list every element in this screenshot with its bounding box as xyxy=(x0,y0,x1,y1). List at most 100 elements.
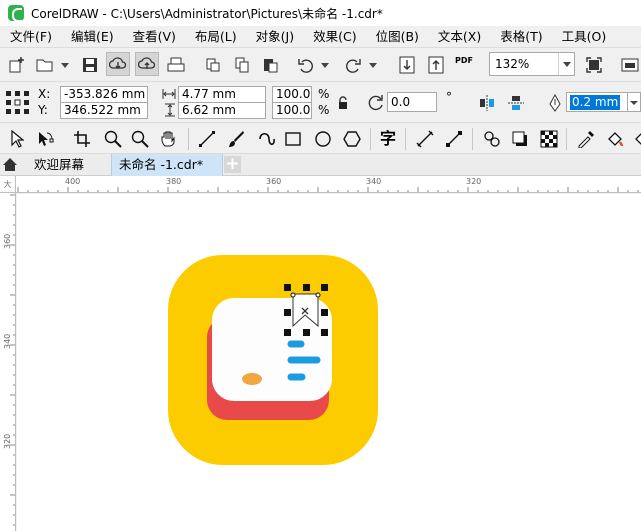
outline-width-field[interactable]: 0.2 mm xyxy=(566,92,628,112)
toolbox-separator xyxy=(566,128,567,150)
menu-file[interactable]: 文件(F) xyxy=(0,26,61,48)
v-ruler-tick: 320 xyxy=(3,433,12,449)
toolbox-separator xyxy=(370,128,371,150)
dot-shape[interactable] xyxy=(242,373,262,385)
y-position-field[interactable]: 346.522 mm xyxy=(60,102,148,119)
coreldraw-window: CorelDRAW - C:\Users\Administrator\Pictu… xyxy=(0,0,641,531)
drawing-canvas[interactable] xyxy=(17,194,641,531)
zoom-tool-icon[interactable] xyxy=(101,127,125,151)
v-ruler-tick: 340 xyxy=(3,333,12,349)
import-icon[interactable] xyxy=(395,53,419,77)
paste-icon[interactable] xyxy=(258,53,282,77)
mirror-vertical-icon[interactable] xyxy=(507,94,525,112)
h-ruler-tick: 380 xyxy=(166,177,182,186)
blend-tool-icon[interactable] xyxy=(480,127,504,151)
cloud-upload-icon[interactable] xyxy=(135,52,159,76)
print-icon[interactable] xyxy=(164,53,188,77)
undo-icon[interactable] xyxy=(294,53,318,77)
outline-width-dropdown[interactable] xyxy=(628,92,641,112)
publish-pdf-icon[interactable]: PDF xyxy=(452,53,476,77)
title-bar: CorelDRAW - C:\Users\Administrator\Pictu… xyxy=(0,0,641,26)
ruler-origin[interactable]: 大 xyxy=(0,176,16,193)
open-folder-icon[interactable] xyxy=(33,53,57,77)
cloud-download-icon[interactable] xyxy=(106,52,130,76)
ellipse-tool-icon[interactable] xyxy=(311,127,335,151)
reference-point-icon[interactable] xyxy=(6,89,30,117)
text-tool-icon[interactable]: 字 xyxy=(376,127,400,151)
tab-document[interactable]: 未命名 -1.cdr* xyxy=(111,154,223,176)
polygon-tool-icon[interactable] xyxy=(340,127,364,151)
h-ruler-tick: 340 xyxy=(366,177,382,186)
tab-welcome-screen[interactable]: 欢迎屏幕 xyxy=(34,154,84,176)
transparency-tool-icon[interactable] xyxy=(537,127,561,151)
rectangle-tool-icon[interactable] xyxy=(281,127,305,151)
percent-x-label: % xyxy=(318,87,330,101)
y-label: Y: xyxy=(38,103,48,117)
menu-edit[interactable]: 编辑(E) xyxy=(61,26,123,48)
v-ruler-tick: 360 xyxy=(3,233,12,249)
scale-x-field[interactable]: 100.0 xyxy=(272,86,312,103)
toolbox-separator xyxy=(188,128,189,150)
options-icon[interactable] xyxy=(618,53,641,77)
width-field[interactable]: 4.77 mm xyxy=(178,86,266,103)
outline-width-value: 0.2 mm xyxy=(570,95,621,110)
interactive-fill-tool-icon[interactable] xyxy=(603,127,627,151)
parallel-dimension-tool-icon[interactable] xyxy=(413,127,437,151)
crop-tool-icon[interactable] xyxy=(70,127,94,151)
undo-dropdown-icon[interactable] xyxy=(321,63,329,68)
zoom-out-tool-icon[interactable] xyxy=(128,127,152,151)
degree-label: ° xyxy=(446,90,452,104)
new-tab-button[interactable]: + xyxy=(224,156,241,173)
copy-icon[interactable] xyxy=(230,53,254,77)
menu-layout[interactable]: 布局(L) xyxy=(185,26,246,48)
connector-tool-icon[interactable] xyxy=(442,127,466,151)
horizontal-ruler[interactable]: 400 380 360 340 320 xyxy=(16,176,641,193)
menu-text[interactable]: 文本(X) xyxy=(428,26,490,48)
cut-icon[interactable] xyxy=(201,53,225,77)
menu-tools[interactable]: 工具(O) xyxy=(552,26,616,48)
scale-y-field[interactable]: 100.0 xyxy=(272,102,312,119)
menu-view[interactable]: 查看(V) xyxy=(123,26,185,48)
export-icon[interactable] xyxy=(424,53,448,77)
toolbox-separator xyxy=(472,128,473,150)
artistic-media-tool-icon[interactable] xyxy=(224,127,248,151)
drop-shadow-tool-icon[interactable] xyxy=(508,127,532,151)
height-field[interactable]: 6.62 mm xyxy=(178,102,266,119)
horizontal-ruler-ticks xyxy=(17,187,639,192)
h-ruler-tick: 320 xyxy=(466,177,482,186)
zoom-level-value: 132% xyxy=(495,57,530,71)
mirror-horizontal-icon[interactable] xyxy=(478,94,496,112)
open-dropdown-icon[interactable] xyxy=(61,63,69,68)
pdf-label: PDF xyxy=(455,56,473,65)
h-ruler-tick: 360 xyxy=(266,177,282,186)
lock-ratio-icon[interactable] xyxy=(337,96,349,110)
freehand-tool-icon[interactable] xyxy=(195,127,219,151)
window-title: CorelDRAW - C:\Users\Administrator\Pictu… xyxy=(31,6,383,21)
menu-table[interactable]: 表格(T) xyxy=(490,26,551,48)
smart-fill-tool-icon[interactable] xyxy=(630,127,641,151)
redo-dropdown-icon[interactable] xyxy=(369,63,377,68)
bezier-curve-tool-icon[interactable] xyxy=(254,127,278,151)
menu-object[interactable]: 对象(J) xyxy=(246,26,303,48)
redo-icon[interactable] xyxy=(341,53,365,77)
full-screen-icon[interactable] xyxy=(582,53,606,77)
shape-tool-icon[interactable] xyxy=(33,127,57,151)
color-eyedropper-tool-icon[interactable] xyxy=(574,127,598,151)
h-ruler-tick: 400 xyxy=(65,177,81,186)
pick-tool-icon[interactable] xyxy=(5,127,29,151)
new-document-icon[interactable] xyxy=(5,53,29,77)
zoom-level-combo[interactable]: 132% xyxy=(489,52,575,76)
menu-effects[interactable]: 效果(C) xyxy=(303,26,365,48)
toolbox-separator xyxy=(405,128,406,150)
save-icon[interactable] xyxy=(78,53,102,77)
pan-tool-icon[interactable] xyxy=(157,127,181,151)
rotation-angle-field[interactable]: 0.0 xyxy=(387,92,437,112)
x-position-field[interactable]: -353.826 mm xyxy=(60,86,148,103)
zoom-dropdown-icon[interactable] xyxy=(558,53,574,75)
home-icon[interactable] xyxy=(2,157,18,172)
coreldraw-logo-icon xyxy=(8,5,24,22)
vertical-ruler[interactable]: 360 340 320 xyxy=(0,193,16,531)
x-label: X: xyxy=(38,87,51,101)
height-icon xyxy=(164,103,176,117)
menu-bitmaps[interactable]: 位图(B) xyxy=(366,26,428,48)
